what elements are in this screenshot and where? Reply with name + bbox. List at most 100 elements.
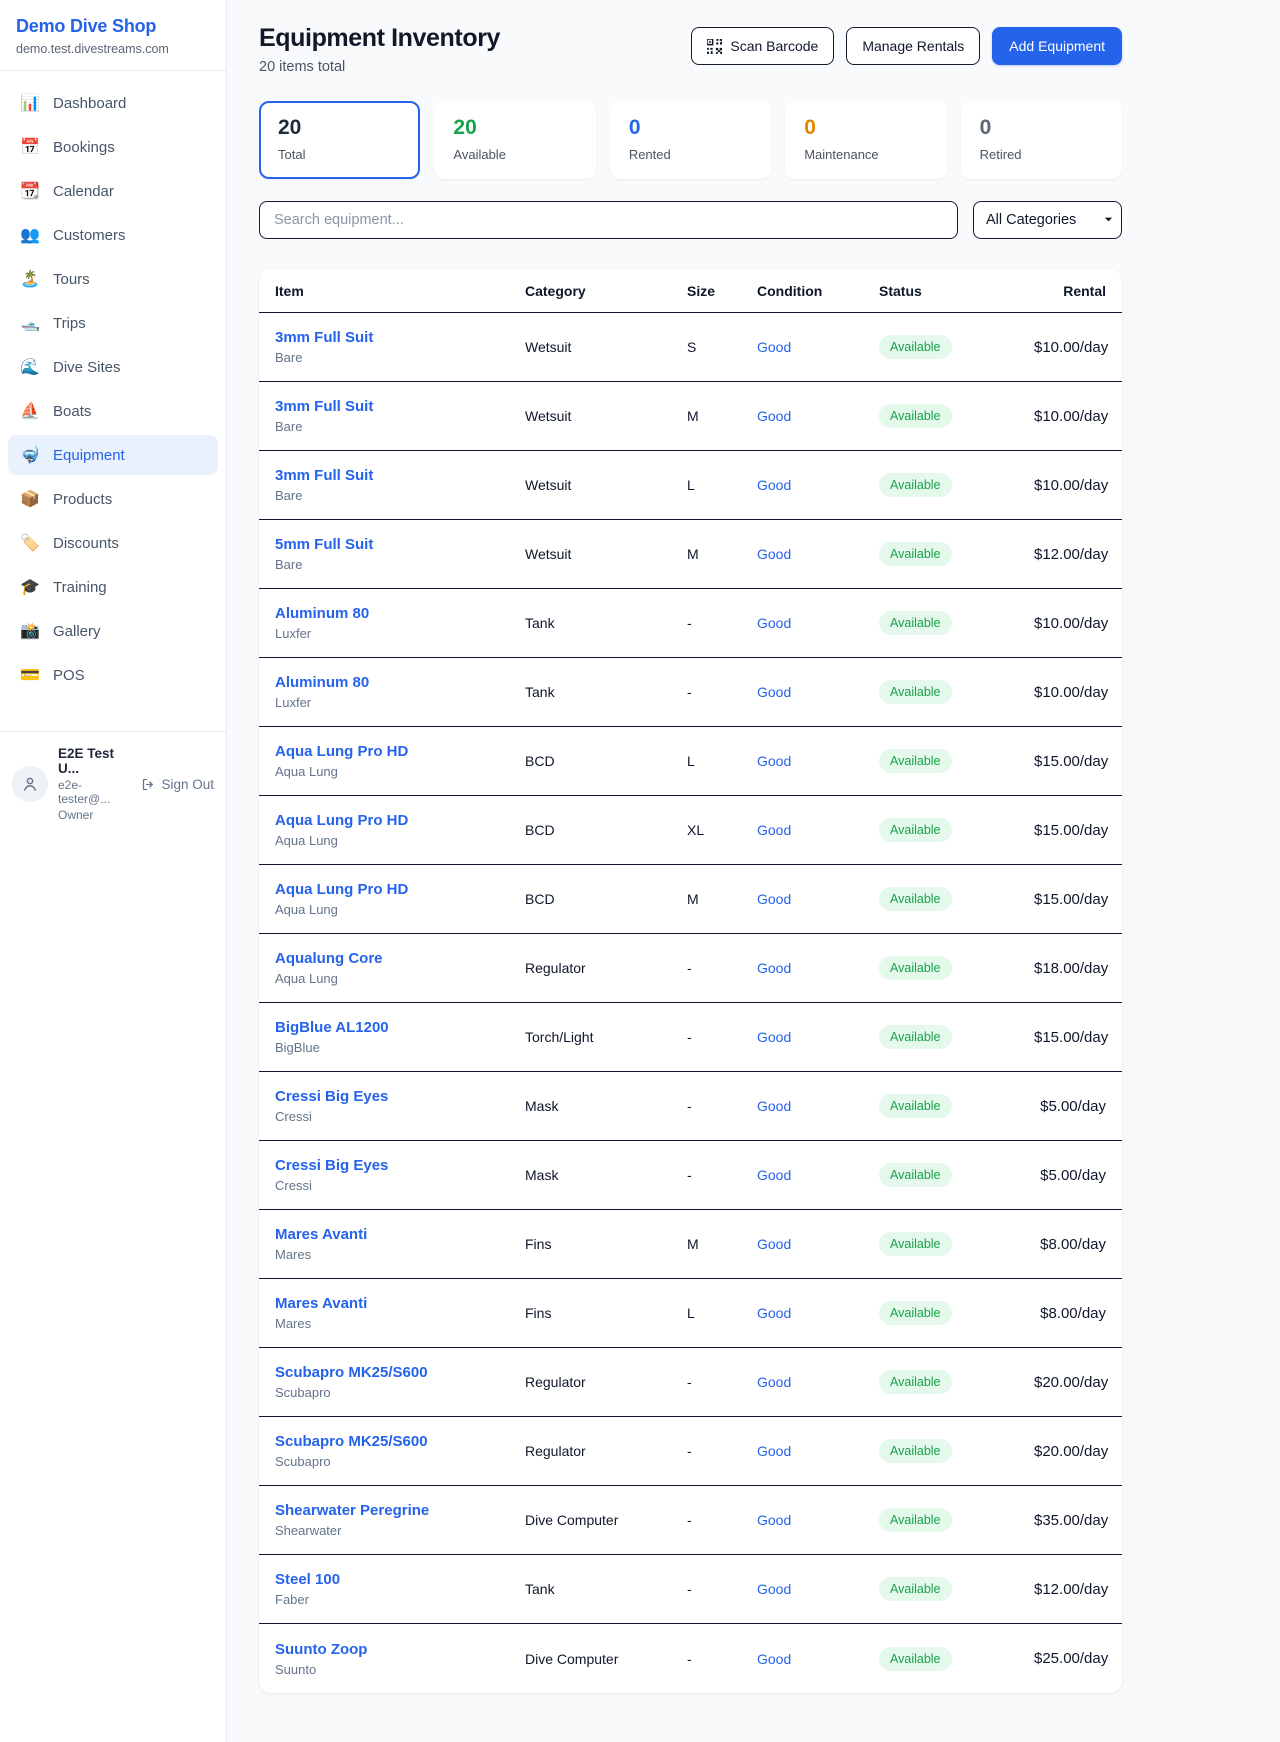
sidebar-item-dive-sites[interactable]: 🌊 Dive Sites bbox=[8, 347, 218, 387]
condition-link[interactable]: Good bbox=[757, 1581, 791, 1597]
sidebar-item-gallery[interactable]: 📸 Gallery bbox=[8, 611, 218, 651]
stat-card-rented[interactable]: 0 Rented bbox=[610, 101, 771, 179]
item-name-link[interactable]: 3mm Full Suit bbox=[275, 329, 525, 346]
sidebar-item-products[interactable]: 📦 Products bbox=[8, 479, 218, 519]
table-row[interactable]: Steel 100 Faber Tank - Good Available $1… bbox=[259, 1555, 1122, 1624]
item-name-link[interactable]: Aqua Lung Pro HD bbox=[275, 743, 525, 760]
search-input[interactable] bbox=[259, 201, 958, 239]
item-name-link[interactable]: Aluminum 80 bbox=[275, 674, 525, 691]
stat-card-retired[interactable]: 0 Retired bbox=[961, 101, 1122, 179]
table-row[interactable]: Aluminum 80 Luxfer Tank - Good Available… bbox=[259, 589, 1122, 658]
table-row[interactable]: Scubapro MK25/S600 Scubapro Regulator - … bbox=[259, 1417, 1122, 1486]
condition-link[interactable]: Good bbox=[757, 1443, 791, 1459]
condition-link[interactable]: Good bbox=[757, 1374, 791, 1390]
table-row[interactable]: Suunto Zoop Suunto Dive Computer - Good … bbox=[259, 1624, 1122, 1693]
rental-cell: $12.00/day bbox=[1034, 1581, 1108, 1598]
table-row[interactable]: 3mm Full Suit Bare Wetsuit M Good Availa… bbox=[259, 382, 1122, 451]
table-row[interactable]: Mares Avanti Mares Fins M Good Available… bbox=[259, 1210, 1122, 1279]
item-name-link[interactable]: 3mm Full Suit bbox=[275, 467, 525, 484]
condition-link[interactable]: Good bbox=[757, 1029, 791, 1045]
add-equipment-button[interactable]: Add Equipment bbox=[992, 27, 1122, 65]
column-header-condition: Condition bbox=[757, 283, 879, 299]
item-name-link[interactable]: 3mm Full Suit bbox=[275, 398, 525, 415]
sidebar-item-customers[interactable]: 👥 Customers bbox=[8, 215, 218, 255]
condition-link[interactable]: Good bbox=[757, 546, 791, 562]
condition-link[interactable]: Good bbox=[757, 1236, 791, 1252]
condition-link[interactable]: Good bbox=[757, 960, 791, 976]
item-name-link[interactable]: Scubapro MK25/S600 bbox=[275, 1364, 525, 1381]
condition-link[interactable]: Good bbox=[757, 1651, 791, 1667]
condition-link[interactable]: Good bbox=[757, 1167, 791, 1183]
size-cell: - bbox=[687, 1167, 757, 1183]
stat-card-available[interactable]: 20 Available bbox=[434, 101, 595, 179]
sign-out-button[interactable]: Sign Out bbox=[141, 777, 214, 792]
category-cell: Mask bbox=[525, 1098, 687, 1114]
table-row[interactable]: 5mm Full Suit Bare Wetsuit M Good Availa… bbox=[259, 520, 1122, 589]
table-row[interactable]: Shearwater Peregrine Shearwater Dive Com… bbox=[259, 1486, 1122, 1555]
sidebar-item-discounts[interactable]: 🏷️ Discounts bbox=[8, 523, 218, 563]
condition-link[interactable]: Good bbox=[757, 408, 791, 424]
item-name-link[interactable]: Cressi Big Eyes bbox=[275, 1088, 525, 1105]
stat-card-maintenance[interactable]: 0 Maintenance bbox=[785, 101, 946, 179]
table-row[interactable]: Mares Avanti Mares Fins L Good Available… bbox=[259, 1279, 1122, 1348]
manage-rentals-button[interactable]: Manage Rentals bbox=[846, 27, 980, 65]
condition-link[interactable]: Good bbox=[757, 615, 791, 631]
condition-link[interactable]: Good bbox=[757, 891, 791, 907]
sidebar-item-bookings[interactable]: 📅 Bookings bbox=[8, 127, 218, 167]
table-row[interactable]: Cressi Big Eyes Cressi Mask - Good Avail… bbox=[259, 1072, 1122, 1141]
item-name-link[interactable]: Aluminum 80 bbox=[275, 605, 525, 622]
item-name-link[interactable]: Shearwater Peregrine bbox=[275, 1502, 525, 1519]
item-brand: Scubapro bbox=[275, 1385, 525, 1400]
sidebar-item-training[interactable]: 🎓 Training bbox=[8, 567, 218, 607]
condition-link[interactable]: Good bbox=[757, 1512, 791, 1528]
bookings-icon: 📅 bbox=[20, 137, 40, 157]
table-row[interactable]: Aluminum 80 Luxfer Tank - Good Available… bbox=[259, 658, 1122, 727]
table-row[interactable]: Scubapro MK25/S600 Scubapro Regulator - … bbox=[259, 1348, 1122, 1417]
sidebar-item-label: Equipment bbox=[53, 447, 125, 464]
scan-barcode-button[interactable]: Scan Barcode bbox=[691, 27, 834, 65]
table-header-row: Item Category Size Condition Status Rent… bbox=[259, 269, 1122, 313]
item-name-link[interactable]: Mares Avanti bbox=[275, 1226, 525, 1243]
sidebar-item-pos[interactable]: 💳 POS bbox=[8, 655, 218, 695]
gallery-icon: 📸 bbox=[20, 621, 40, 641]
sidebar-item-calendar[interactable]: 📆 Calendar bbox=[8, 171, 218, 211]
rental-cell: $10.00/day bbox=[1034, 684, 1108, 701]
sidebar-item-tours[interactable]: 🏝️ Tours bbox=[8, 259, 218, 299]
condition-link[interactable]: Good bbox=[757, 477, 791, 493]
item-name-link[interactable]: Suunto Zoop bbox=[275, 1641, 525, 1658]
condition-link[interactable]: Good bbox=[757, 339, 791, 355]
item-name-link[interactable]: Aqua Lung Pro HD bbox=[275, 812, 525, 829]
size-cell: S bbox=[687, 339, 757, 355]
table-row[interactable]: BigBlue AL1200 BigBlue Torch/Light - Goo… bbox=[259, 1003, 1122, 1072]
item-name-link[interactable]: Scubapro MK25/S600 bbox=[275, 1433, 525, 1450]
sidebar-item-boats[interactable]: ⛵ Boats bbox=[8, 391, 218, 431]
table-row[interactable]: Cressi Big Eyes Cressi Mask - Good Avail… bbox=[259, 1141, 1122, 1210]
item-name-link[interactable]: BigBlue AL1200 bbox=[275, 1019, 525, 1036]
table-row[interactable]: Aqualung Core Aqua Lung Regulator - Good… bbox=[259, 934, 1122, 1003]
rental-cell: $20.00/day bbox=[1034, 1443, 1108, 1460]
rental-cell: $20.00/day bbox=[1034, 1374, 1108, 1391]
table-row[interactable]: Aqua Lung Pro HD Aqua Lung BCD L Good Av… bbox=[259, 727, 1122, 796]
sidebar-item-label: POS bbox=[53, 667, 85, 684]
category-select[interactable]: All Categories bbox=[973, 201, 1122, 239]
item-name-link[interactable]: Cressi Big Eyes bbox=[275, 1157, 525, 1174]
condition-link[interactable]: Good bbox=[757, 753, 791, 769]
sidebar-item-dashboard[interactable]: 📊 Dashboard bbox=[8, 83, 218, 123]
condition-link[interactable]: Good bbox=[757, 1098, 791, 1114]
table-row[interactable]: 3mm Full Suit Bare Wetsuit S Good Availa… bbox=[259, 313, 1122, 382]
table-row[interactable]: Aqua Lung Pro HD Aqua Lung BCD XL Good A… bbox=[259, 796, 1122, 865]
item-name-link[interactable]: Steel 100 bbox=[275, 1571, 525, 1588]
table-row[interactable]: 3mm Full Suit Bare Wetsuit L Good Availa… bbox=[259, 451, 1122, 520]
item-name-link[interactable]: Aqua Lung Pro HD bbox=[275, 881, 525, 898]
item-name-link[interactable]: 5mm Full Suit bbox=[275, 536, 525, 553]
table-row[interactable]: Aqua Lung Pro HD Aqua Lung BCD M Good Av… bbox=[259, 865, 1122, 934]
stat-card-total[interactable]: 20 Total bbox=[259, 101, 420, 179]
condition-link[interactable]: Good bbox=[757, 684, 791, 700]
condition-link[interactable]: Good bbox=[757, 822, 791, 838]
user-info: E2E Test U... e2e-tester@... Owner bbox=[58, 746, 131, 822]
condition-link[interactable]: Good bbox=[757, 1305, 791, 1321]
sidebar-item-equipment[interactable]: 🤿 Equipment bbox=[8, 435, 218, 475]
item-name-link[interactable]: Mares Avanti bbox=[275, 1295, 525, 1312]
sidebar-item-trips[interactable]: 🛥️ Trips bbox=[8, 303, 218, 343]
item-name-link[interactable]: Aqualung Core bbox=[275, 950, 525, 967]
